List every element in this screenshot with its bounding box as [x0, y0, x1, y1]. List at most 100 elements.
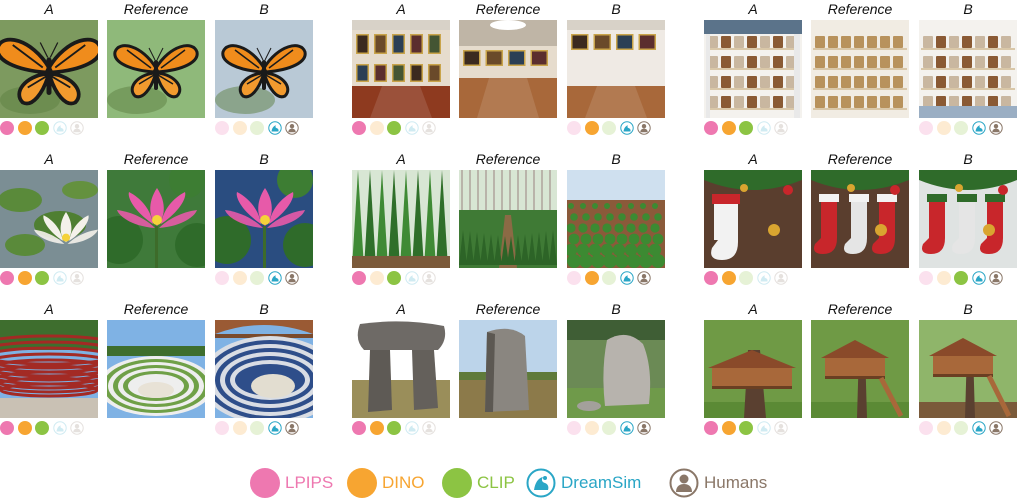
- dino-vote-dot: [369, 121, 384, 135]
- image-a: [0, 320, 98, 418]
- clip-vote-dot: [387, 271, 401, 285]
- dino-vote-dot: [232, 421, 247, 435]
- triplet-monarch-butterfly: A Reference B: [0, 0, 317, 135]
- column-label-a: A: [44, 301, 54, 317]
- dino-vote-dot: [721, 121, 736, 135]
- column-label-reference: Reference: [827, 151, 893, 167]
- column-label-reference: Reference: [123, 1, 189, 17]
- dreamsim-icon: [267, 271, 282, 285]
- triplet-lotus-flower: A Reference B: [0, 150, 317, 285]
- dino-vote-dot: [232, 121, 247, 135]
- image-b: [567, 20, 665, 118]
- lpips-vote-dot: [567, 121, 581, 135]
- person-icon: [422, 421, 436, 435]
- legend-label-dreamsim: DreamSim: [561, 473, 642, 492]
- column-label-reference: Reference: [475, 301, 541, 317]
- person-icon: [70, 121, 84, 135]
- lpips-vote-dot: [919, 271, 933, 285]
- lpips-vote-dot: [704, 271, 718, 285]
- image-a: [704, 170, 802, 268]
- clip-vote-dot: [250, 421, 264, 435]
- dino-vote-dot: [17, 271, 32, 285]
- image-reference: [459, 170, 557, 268]
- lpips-vote-dot: [215, 271, 229, 285]
- person-icon: [774, 121, 788, 135]
- image-b: [215, 20, 313, 118]
- dino-vote-dot: [232, 271, 247, 285]
- clip-vote-dot: [602, 421, 616, 435]
- lpips-vote-dot: [352, 121, 366, 135]
- image-b: [919, 320, 1017, 418]
- lpips-vote-dot: [919, 421, 933, 435]
- dino-vote-dot: [936, 121, 951, 135]
- person-icon: [285, 421, 299, 435]
- dreamsim-icon: [619, 121, 634, 135]
- image-a: [0, 20, 98, 118]
- person-icon: [70, 271, 84, 285]
- triplet-tree-plantation: A Reference B: [352, 150, 669, 285]
- column-label-b: B: [611, 301, 621, 317]
- column-label-b: B: [963, 1, 973, 17]
- image-reference: [811, 170, 909, 268]
- triplet-treehouse: A Reference B: [704, 300, 1019, 435]
- dreamsim-icon: [756, 271, 771, 285]
- person-icon: [70, 421, 84, 435]
- image-a: [352, 170, 450, 268]
- clip-vote-dot: [954, 421, 968, 435]
- dreamsim-icon: [404, 271, 419, 285]
- clip-vote-dot: [954, 271, 968, 285]
- person-icon: [989, 271, 1003, 285]
- dino-dot-icon: [347, 468, 377, 498]
- dreamsim-icon: [619, 421, 634, 435]
- triplet-christmas-stockings: A Reference B: [704, 150, 1019, 285]
- legend-label-dino: DINO: [382, 473, 425, 492]
- lpips-vote-dot: [0, 271, 14, 285]
- dreamsim-icon: [971, 121, 986, 135]
- lpips-vote-dot: [567, 421, 581, 435]
- image-reference: [107, 320, 205, 418]
- clip-vote-dot: [602, 121, 616, 135]
- dino-vote-dot: [721, 271, 736, 285]
- dino-vote-dot: [584, 421, 599, 435]
- image-b: [567, 320, 665, 418]
- dreamsim-icon: [52, 271, 67, 285]
- image-reference: [107, 20, 205, 118]
- column-label-reference: Reference: [827, 1, 893, 17]
- lpips-vote-dot: [567, 271, 581, 285]
- dreamsim-icon: [756, 121, 771, 135]
- lpips-vote-dot: [352, 421, 366, 435]
- clip-vote-dot: [35, 121, 49, 135]
- dino-vote-dot: [369, 421, 384, 435]
- image-a: [704, 20, 802, 118]
- dreamsim-icon: [971, 421, 986, 435]
- person-icon: [422, 271, 436, 285]
- dreamsim-icon: [756, 421, 771, 435]
- person-icon: [637, 121, 651, 135]
- person-icon: [637, 271, 651, 285]
- image-reference: [459, 20, 557, 118]
- dino-vote-dot: [17, 421, 32, 435]
- dino-vote-dot: [936, 421, 951, 435]
- lpips-vote-dot: [704, 421, 718, 435]
- dino-vote-dot: [936, 271, 951, 285]
- person-icon: [285, 271, 299, 285]
- dino-vote-dot: [584, 271, 599, 285]
- clip-vote-dot: [35, 271, 49, 285]
- column-label-reference: Reference: [827, 301, 893, 317]
- image-b: [919, 20, 1017, 118]
- column-label-b: B: [259, 1, 269, 17]
- clip-vote-dot: [250, 271, 264, 285]
- column-label-b: B: [963, 301, 973, 317]
- lpips-vote-dot: [704, 121, 718, 135]
- dreamsim-icon: [267, 121, 282, 135]
- column-label-a: A: [44, 151, 54, 167]
- person-icon: [989, 121, 1003, 135]
- dino-vote-dot: [17, 121, 32, 135]
- legend: LPIPS DINO CLIP DreamSim Humans: [250, 466, 810, 500]
- image-reference: [107, 170, 205, 268]
- person-icon: [989, 421, 1003, 435]
- clip-vote-dot: [739, 121, 753, 135]
- image-a: [352, 320, 450, 418]
- clip-vote-dot: [739, 271, 753, 285]
- column-label-a: A: [748, 151, 758, 167]
